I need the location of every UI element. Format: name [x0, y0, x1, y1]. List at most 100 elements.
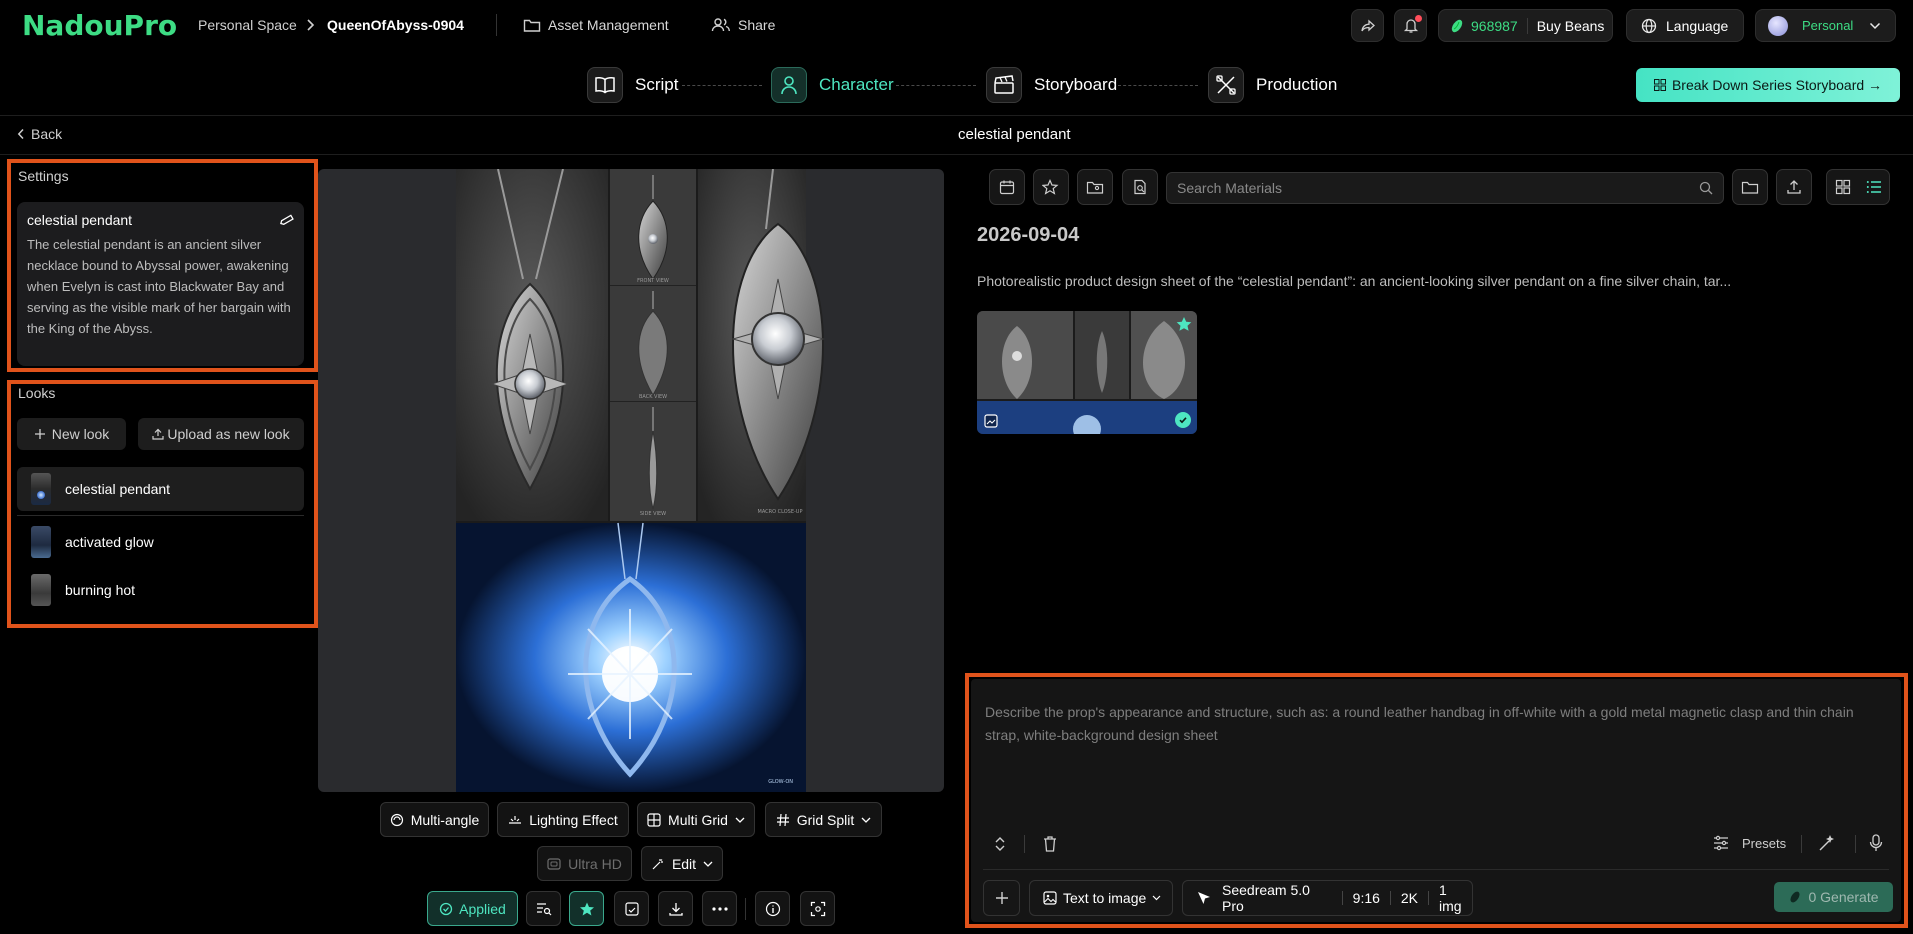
step-character-label: Character [819, 75, 894, 94]
grid-view-icon[interactable] [1835, 179, 1851, 195]
model-label: Seedream 5.0 Pro [1222, 882, 1310, 914]
fullscreen-button[interactable] [800, 891, 835, 926]
search-materials-input[interactable]: Search Materials [1166, 172, 1724, 204]
filter-document-button[interactable] [1122, 169, 1158, 205]
more-button[interactable] [702, 891, 737, 926]
star-outline-icon [1042, 179, 1060, 195]
divider [1428, 891, 1429, 905]
upload-look-button[interactable]: Upload as new look [138, 418, 304, 450]
filter-favorites-button[interactable] [1033, 169, 1069, 205]
list-view-icon[interactable] [1866, 180, 1882, 194]
upload-icon [152, 428, 165, 440]
chevron-down-icon [735, 817, 745, 823]
generated-image-thumbnail[interactable] [977, 311, 1197, 434]
microphone-icon[interactable] [1869, 834, 1883, 852]
multi-grid-dropdown[interactable]: Multi Grid [637, 802, 755, 837]
ultra-hd-button[interactable]: Ultra HD [537, 846, 632, 881]
open-folder-button[interactable] [1732, 169, 1768, 205]
ratio-label: 9:16 [1352, 890, 1380, 906]
image-icon [1043, 891, 1057, 905]
sheet-label-detail: MACRO CLOSE-UP [758, 509, 803, 515]
image-canvas[interactable]: FRONT VIEW BACK VIEW SIDE VIEW MACRO CLO… [318, 169, 944, 792]
divider [745, 898, 746, 920]
buy-beans-button[interactable]: Buy Beans [1537, 18, 1605, 34]
asset-management-link[interactable]: Asset Management [523, 14, 669, 36]
notifications-button[interactable] [1394, 9, 1427, 42]
language-button[interactable]: Language [1626, 9, 1744, 42]
magic-wand-icon [651, 857, 665, 871]
multi-angle-button[interactable]: Multi-angle [380, 802, 489, 837]
list-search-button[interactable] [526, 891, 561, 926]
step-character[interactable]: Character [771, 67, 894, 103]
account-menu[interactable]: Personal [1755, 9, 1896, 42]
lighting-effect-button[interactable]: Lighting Effect [497, 802, 629, 837]
favorite-button[interactable] [569, 891, 604, 926]
look-item[interactable]: burning hot [17, 568, 304, 612]
applied-button[interactable]: Applied [427, 891, 518, 926]
calendar-icon [999, 179, 1015, 195]
generate-label: 0 Generate [1808, 889, 1879, 905]
upload-button[interactable] [1776, 169, 1812, 205]
resolution-label: 2K [1400, 890, 1418, 906]
app-logo[interactable]: NadouPro [22, 9, 177, 42]
info-button[interactable] [755, 891, 790, 926]
bean-icon [1449, 18, 1465, 34]
search-placeholder: Search Materials [1177, 180, 1283, 196]
divider [0, 115, 1913, 116]
hd-icon [547, 857, 561, 871]
search-icon [1699, 181, 1713, 195]
divider [0, 154, 1913, 155]
share-arrow-button[interactable] [1351, 9, 1384, 42]
chevron-down-icon [1869, 22, 1881, 30]
book-icon [587, 67, 623, 103]
beans-pill[interactable]: 968987 Buy Beans [1438, 9, 1613, 42]
edit-dropdown[interactable]: Edit [641, 846, 723, 881]
presets-label: Presets [1742, 835, 1787, 851]
new-look-button[interactable]: New look [17, 418, 126, 450]
edit-icon[interactable] [280, 213, 294, 227]
presets-button[interactable]: Presets [1713, 835, 1786, 851]
add-reference-button[interactable] [983, 880, 1020, 916]
grid-split-label: Grid Split [796, 811, 855, 828]
image-save-icon [624, 901, 640, 917]
prompt-input[interactable]: Describe the prop's appearance and struc… [985, 701, 1885, 747]
mode-dropdown[interactable]: Text to image [1029, 880, 1173, 916]
generate-button[interactable]: 0 Generate [1774, 882, 1893, 912]
users-icon [711, 17, 731, 33]
view-toggle[interactable] [1826, 169, 1890, 205]
step-storyboard[interactable]: Storyboard [986, 67, 1117, 103]
model-settings-dropdown[interactable]: Seedream 5.0 Pro 9:16 2K 1 img [1182, 880, 1473, 916]
step-script[interactable]: Script [587, 67, 678, 103]
sliders-icon [1713, 835, 1729, 851]
download-button[interactable] [658, 891, 693, 926]
favorite-star-icon[interactable] [1176, 316, 1192, 332]
look-thumbnail [31, 526, 51, 558]
break-down-storyboard-button[interactable]: Break Down Series Storyboard → [1636, 68, 1900, 102]
breadcrumb-project[interactable]: QueenOfAbyss-0904 [327, 17, 464, 33]
expand-icon[interactable] [993, 835, 1007, 853]
step-production[interactable]: Production [1208, 67, 1337, 103]
look-item[interactable]: activated glow [17, 520, 304, 564]
generation-prompt[interactable]: Photorealistic product design sheet of t… [977, 273, 1777, 289]
clapperboard-icon [986, 67, 1022, 103]
look-label: activated glow [65, 534, 154, 550]
save-to-library-button[interactable] [614, 891, 649, 926]
breadcrumb-space[interactable]: Personal Space [198, 17, 297, 33]
ultra-hd-label: Ultra HD [568, 855, 622, 872]
share-link[interactable]: Share [711, 14, 775, 36]
settings-label: Settings [18, 168, 69, 184]
sparkle-icon[interactable] [1818, 834, 1836, 852]
look-item[interactable]: celestial pendant [17, 467, 304, 511]
multi-angle-icon [390, 813, 404, 827]
asset-management-label: Asset Management [548, 17, 669, 33]
step-connector [682, 85, 762, 86]
divider [1855, 835, 1856, 853]
filter-date-button[interactable] [989, 169, 1025, 205]
filter-folder-button[interactable] [1077, 169, 1113, 205]
divider [496, 14, 497, 36]
look-label: celestial pendant [65, 481, 171, 497]
trash-icon[interactable] [1042, 835, 1058, 853]
back-button[interactable]: Back [17, 126, 62, 142]
user-icon [771, 67, 807, 103]
grid-split-dropdown[interactable]: Grid Split [765, 802, 882, 837]
